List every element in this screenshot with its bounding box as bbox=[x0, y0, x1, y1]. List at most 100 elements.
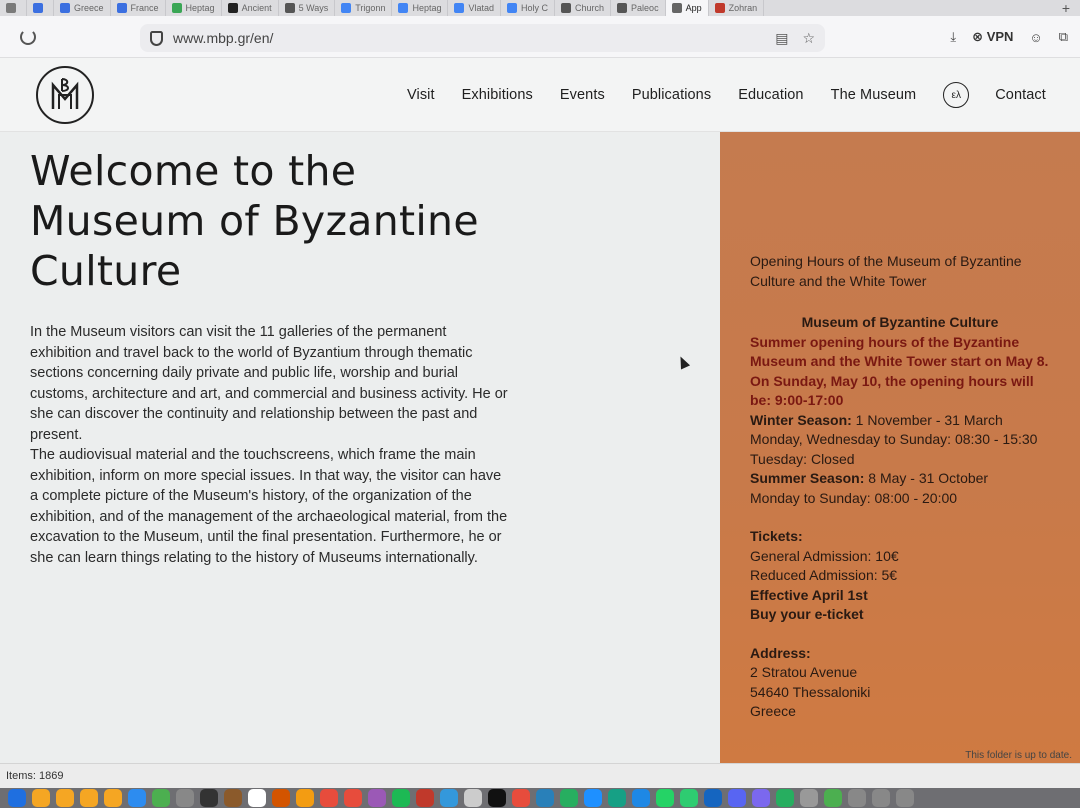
winter-season: Winter Season: 1 November - 31 March bbox=[750, 411, 1050, 431]
mouse-cursor-icon bbox=[675, 354, 691, 370]
nav-exhibitions[interactable]: Exhibitions bbox=[462, 87, 533, 103]
dock-app-icon[interactable] bbox=[584, 789, 602, 807]
dock-app-icon[interactable] bbox=[80, 789, 98, 807]
dock-app-icon[interactable] bbox=[416, 789, 434, 807]
dock-app-icon[interactable] bbox=[872, 789, 890, 807]
tab-label: Vlatad bbox=[468, 3, 495, 13]
finder-status-bar: Items: 1869 This folder is up to date. bbox=[0, 750, 1080, 788]
dock-app-icon[interactable] bbox=[848, 789, 866, 807]
dock-app-icon[interactable] bbox=[440, 789, 458, 807]
dock-app-icon[interactable] bbox=[800, 789, 818, 807]
dock-app-icon[interactable] bbox=[176, 789, 194, 807]
tab-favicon-icon bbox=[171, 3, 182, 13]
tab-label: Ancient bbox=[241, 3, 272, 13]
dock-app-icon[interactable] bbox=[896, 789, 914, 807]
browser-tab[interactable]: Paleoc bbox=[611, 0, 666, 16]
dock-app-icon[interactable] bbox=[248, 789, 266, 807]
general-admission: General Admission: 10€ bbox=[750, 547, 899, 564]
site-header: Visit Exhibitions Events Publications Educat… bbox=[0, 58, 1080, 132]
dock-app-icon[interactable] bbox=[152, 789, 170, 807]
dock-app-icon[interactable] bbox=[608, 789, 626, 807]
tab-favicon-icon bbox=[398, 3, 409, 13]
tab-favicon-icon bbox=[60, 3, 70, 13]
dock-app-icon[interactable] bbox=[704, 789, 722, 807]
dock-app-icon[interactable] bbox=[512, 789, 530, 807]
reload-icon[interactable] bbox=[20, 28, 36, 45]
browser-tab[interactable]: Zohran bbox=[709, 0, 765, 16]
profile-icon[interactable]: ☺ bbox=[1029, 30, 1042, 45]
tab-strip: Greece France Heptag Ancient 5 Ways Trigonn He… bbox=[0, 0, 1080, 16]
eticket-link[interactable]: Buy your e-ticket bbox=[750, 605, 1050, 625]
url-text[interactable]: www.mbp.gr/en/ bbox=[173, 30, 273, 46]
new-tab-button[interactable]: + bbox=[1052, 0, 1080, 16]
browser-tab[interactable] bbox=[27, 0, 54, 16]
browser-tab[interactable]: Heptag bbox=[392, 0, 449, 16]
dock-app-icon[interactable] bbox=[464, 789, 482, 807]
dock-app-icon[interactable] bbox=[392, 789, 410, 807]
dock-app-icon[interactable] bbox=[344, 789, 362, 807]
download-icon[interactable]: ⤓ bbox=[950, 29, 956, 45]
tab-favicon-icon bbox=[341, 3, 352, 13]
nav-the-museum[interactable]: The Museum bbox=[831, 87, 917, 103]
browser-tab[interactable]: Ancient bbox=[222, 0, 279, 16]
browser-tab[interactable]: Vlatad bbox=[448, 0, 502, 16]
dock-app-icon[interactable] bbox=[752, 789, 770, 807]
summer-hours: Monday to Sunday: 08:00 - 20:00 bbox=[750, 489, 958, 506]
museum-logo[interactable] bbox=[36, 66, 94, 124]
intro-section: Welcome to the Museum of Byzantine Cultu… bbox=[30, 146, 510, 568]
dock-app-icon[interactable] bbox=[296, 789, 314, 807]
dock-app-icon[interactable] bbox=[32, 789, 50, 807]
browser-tab[interactable] bbox=[0, 0, 27, 16]
browser-tab[interactable]: Heptag bbox=[166, 0, 222, 16]
tab-favicon-icon bbox=[617, 3, 628, 13]
dock-app-icon[interactable] bbox=[776, 789, 794, 807]
nav-visit[interactable]: Visit bbox=[407, 87, 435, 103]
dock-app-icon[interactable] bbox=[728, 789, 746, 807]
dock bbox=[0, 788, 1080, 808]
nav-contact[interactable]: Contact bbox=[995, 87, 1046, 103]
browser-tab[interactable]: 5 Ways bbox=[279, 0, 336, 16]
address-bar[interactable]: www.mbp.gr/en/ ▤ ☆ bbox=[140, 24, 825, 52]
browser-toolbar: www.mbp.gr/en/ ▤ ☆ ⤓ ⊗ VPN ☺ ⧉ bbox=[0, 16, 1080, 58]
tab-label: App bbox=[685, 3, 702, 13]
bookmark-star-icon[interactable]: ☆ bbox=[802, 30, 815, 47]
dock-app-icon[interactable] bbox=[224, 789, 242, 807]
browser-tab[interactable]: Trigonn bbox=[335, 0, 393, 16]
dock-app-icon[interactable] bbox=[680, 789, 698, 807]
dock-app-icon[interactable] bbox=[536, 789, 554, 807]
folder-status: This folder is up to date. bbox=[965, 750, 1072, 761]
tab-favicon-icon bbox=[507, 3, 518, 13]
items-count: Items: 1869 bbox=[6, 770, 64, 782]
extensions-icon[interactable]: ⧉ bbox=[1059, 29, 1068, 45]
museum-heading: Museum of Byzantine Culture bbox=[801, 314, 999, 330]
tab-label: Heptag bbox=[412, 3, 442, 13]
dock-app-icon[interactable] bbox=[560, 789, 578, 807]
dock-app-icon[interactable] bbox=[488, 789, 506, 807]
dock-app-icon[interactable] bbox=[320, 789, 338, 807]
nav-education[interactable]: Education bbox=[738, 87, 803, 103]
dock-app-icon[interactable] bbox=[272, 789, 290, 807]
browser-tab[interactable]: France bbox=[111, 0, 166, 16]
dock-app-icon[interactable] bbox=[368, 789, 386, 807]
nav-events[interactable]: Events bbox=[560, 87, 605, 103]
dock-app-icon[interactable] bbox=[104, 789, 122, 807]
vpn-label: VPN bbox=[986, 29, 1014, 44]
dock-app-icon[interactable] bbox=[8, 789, 26, 807]
dock-app-icon[interactable] bbox=[128, 789, 146, 807]
nav-publications[interactable]: Publications bbox=[632, 87, 711, 103]
site-security-icon[interactable] bbox=[150, 30, 163, 46]
browser-tab[interactable]: Greece bbox=[54, 0, 111, 16]
summer-season: Summer Season: 8 May - 31 October bbox=[750, 469, 1050, 489]
dock-app-icon[interactable] bbox=[200, 789, 218, 807]
browser-tab[interactable]: Holy C bbox=[501, 0, 556, 16]
dock-app-icon[interactable] bbox=[656, 789, 674, 807]
dock-app-icon[interactable] bbox=[632, 789, 650, 807]
reader-view-icon[interactable]: ▤ bbox=[775, 30, 788, 47]
language-switch[interactable]: ελ bbox=[943, 82, 970, 108]
tab-label: Greece bbox=[74, 3, 104, 13]
browser-tab[interactable]: Church bbox=[555, 0, 612, 16]
dock-app-icon[interactable] bbox=[824, 789, 842, 807]
browser-tab[interactable]: App bbox=[665, 0, 709, 16]
vpn-button[interactable]: ⊗ VPN bbox=[972, 29, 1013, 45]
dock-app-icon[interactable] bbox=[56, 789, 74, 807]
